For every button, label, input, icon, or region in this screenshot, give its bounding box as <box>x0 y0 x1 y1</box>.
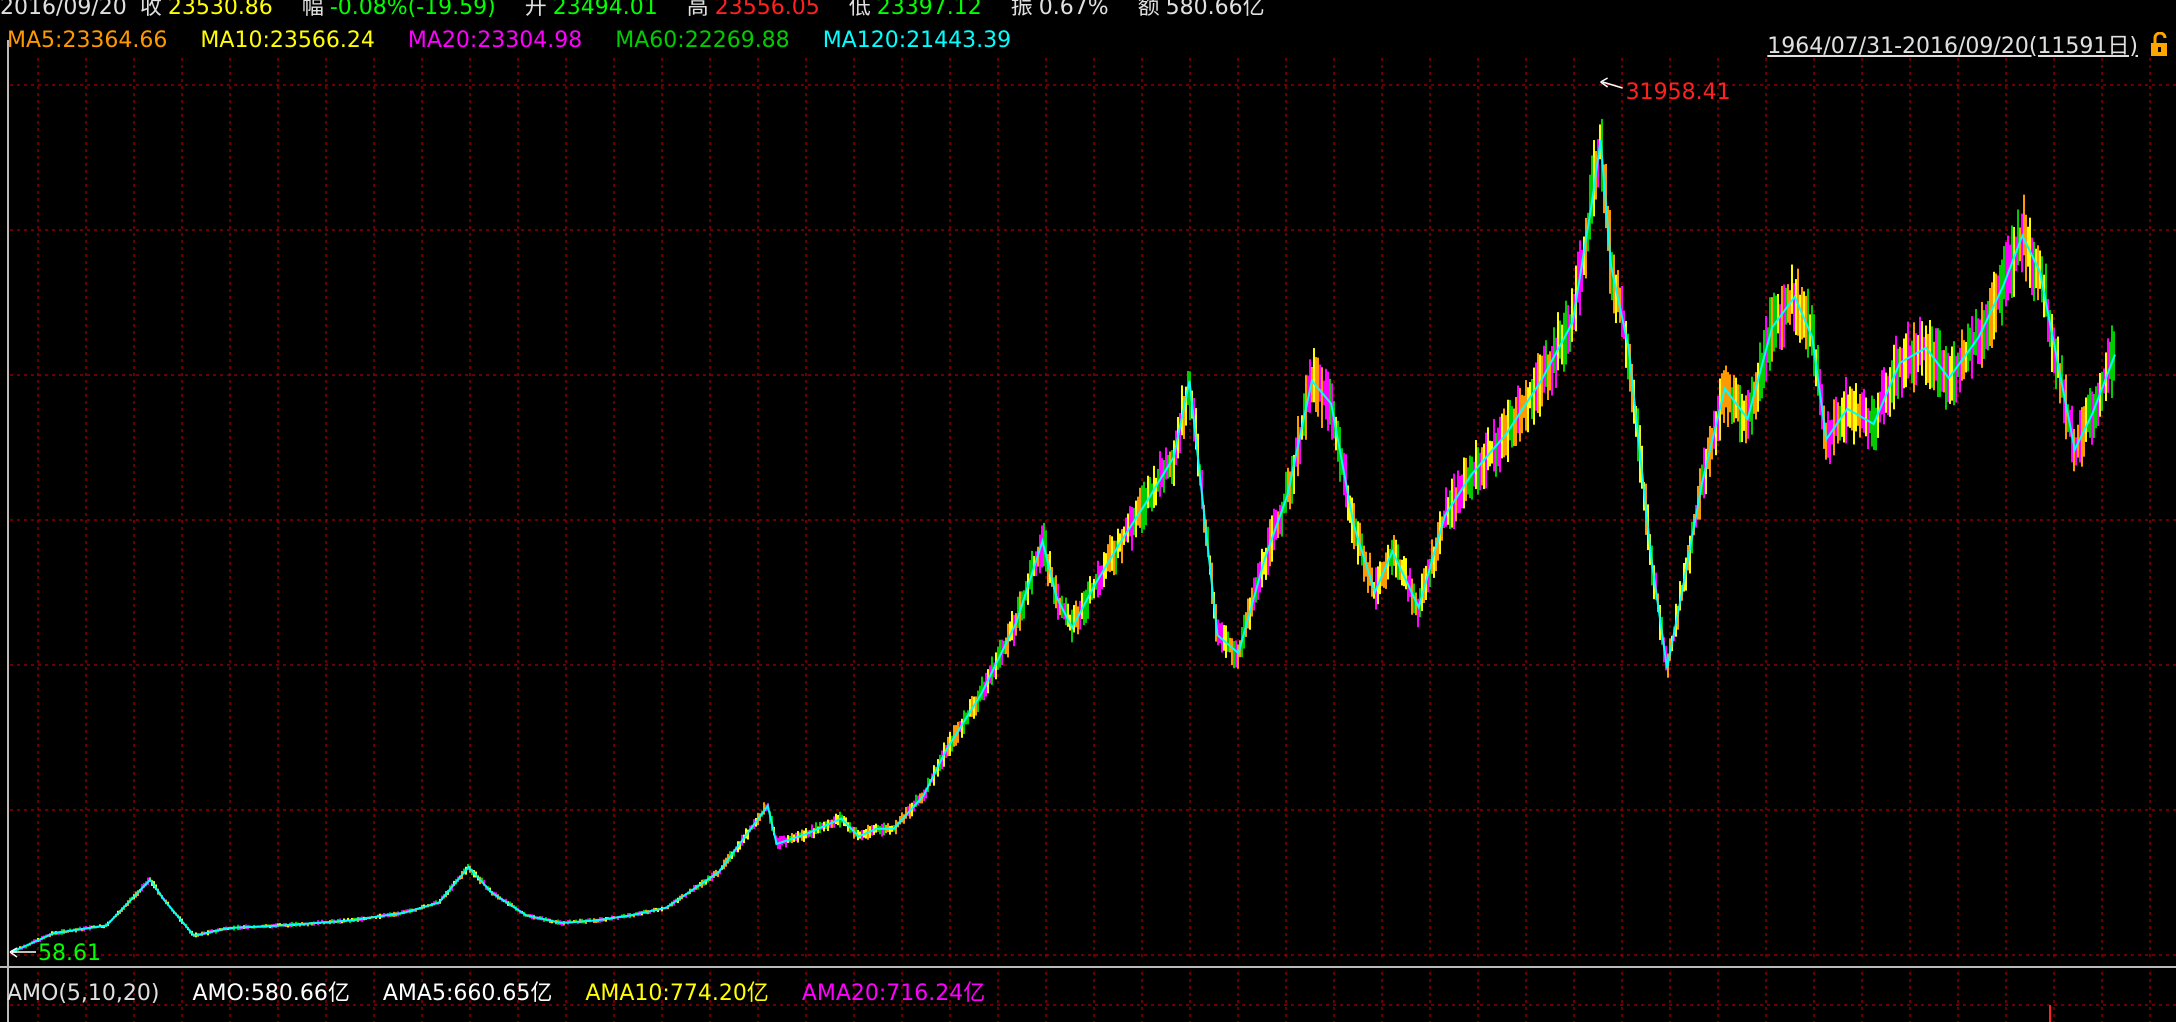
amplitude-label: 振 <box>1010 0 1033 20</box>
open-label: 开 <box>524 0 547 20</box>
high-label: 高 <box>686 0 709 20</box>
ma5-legend: MA5:23364.66 <box>7 28 168 53</box>
max-value-label: 31958.41 <box>1626 80 1731 105</box>
ama20-value: AMA20:716.24亿 <box>801 981 986 1006</box>
change-value: -0.08%(-19.59) <box>329 0 496 20</box>
low-value: 23397.12 <box>876 0 982 20</box>
close-label: 收 <box>139 0 162 20</box>
ma60-legend: MA60:22269.88 <box>615 28 790 53</box>
quote-date: 2016/09/20 <box>0 0 127 20</box>
low-label: 低 <box>848 0 871 20</box>
ma120-legend: MA120:21443.39 <box>822 28 1012 53</box>
ama5-value: AMA5:660.65亿 <box>382 981 553 1006</box>
amount-value: 580.66亿 <box>1165 0 1265 20</box>
amo-value: AMO:580.66亿 <box>192 981 350 1006</box>
ama10-value: AMA10:774.20亿 <box>585 981 769 1006</box>
ma-legend: MA5:23364.66 MA10:23566.24 MA20:23304.98… <box>7 28 1037 58</box>
amplitude-value: 0.67% <box>1038 0 1109 20</box>
chart-grid <box>10 58 2176 1022</box>
amount-label: 额 <box>1137 0 1160 20</box>
lock-icon[interactable] <box>2148 32 2172 58</box>
ma10-legend: MA10:23566.24 <box>200 28 375 53</box>
price-chart[interactable]: 31958.41 58.61 <box>0 0 2176 1022</box>
price-candles <box>11 118 2115 954</box>
ma20-legend: MA20:23304.98 <box>407 28 583 53</box>
ma120-line <box>11 139 2116 953</box>
min-value-label: 58.61 <box>38 941 101 966</box>
open-value: 23494.01 <box>552 0 658 20</box>
amo-params: AMO(5,10,20) <box>7 981 160 1006</box>
amo-legend: AMO(5,10,20) AMO:580.66亿 AMA5:660.65亿 AM… <box>7 975 1011 1006</box>
change-label: 幅 <box>301 0 324 20</box>
close-value: 23530.86 <box>167 0 273 20</box>
quote-header: 2016/09/20 收 23530.86 幅 -0.08%(-19.59) 开 23… <box>0 0 2176 20</box>
high-value: 23556.05 <box>714 0 820 20</box>
date-range-label[interactable]: 1964/07/31-2016/09/20(11591日) <box>1767 28 2138 60</box>
